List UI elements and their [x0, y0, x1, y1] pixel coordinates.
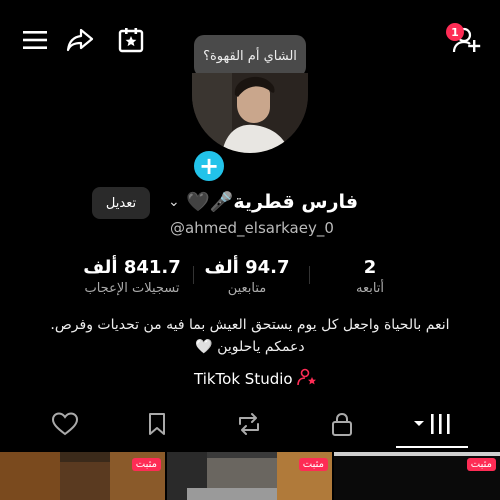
active-tab-indicator — [396, 446, 468, 448]
add-friend-icon[interactable]: 1 — [446, 23, 482, 55]
add-avatar-button[interactable]: + — [191, 148, 227, 184]
video-thumbnail[interactable]: مثبت — [0, 452, 165, 500]
likes-count: 841.7 ألف — [83, 257, 181, 278]
following-label: أتابعه — [355, 281, 385, 296]
chevron-down-icon[interactable]: ⌄ — [168, 194, 180, 210]
edit-profile-button[interactable]: تعديل — [92, 187, 150, 219]
followers-count[interactable]: 94.7 ألف — [197, 257, 297, 278]
profile-tabs — [0, 402, 500, 450]
studio-user-icon — [296, 368, 317, 390]
pinned-badge: مثبت — [466, 458, 496, 471]
heart-icon — [51, 412, 79, 440]
video-grid-icon — [412, 412, 452, 440]
lock-icon — [331, 412, 353, 440]
tiktok-studio-link[interactable]: TikTok Studio — [194, 368, 317, 390]
pinned-badge: مثبت — [131, 458, 161, 471]
videos-tab[interactable] — [402, 402, 462, 450]
bookmark-icon — [147, 412, 167, 440]
divider — [193, 266, 194, 284]
repost-icon — [236, 412, 262, 440]
saved-tab[interactable] — [127, 402, 187, 450]
private-tab[interactable] — [312, 402, 372, 450]
bio-line-2: دعمكم ياحلوين 🤍 — [195, 339, 305, 355]
profile-note-bubble[interactable]: الشاي أم القهوة؟ — [194, 35, 306, 77]
following-count[interactable]: 2 — [320, 257, 420, 278]
pinned-badge: مثبت — [298, 458, 328, 471]
reposts-tab[interactable] — [219, 402, 279, 450]
tiktok-studio-label: TikTok Studio — [194, 370, 293, 388]
menu-icon[interactable] — [20, 25, 50, 55]
profile-note-text: الشاي أم القهوة؟ — [203, 48, 297, 64]
followers-label: متابعين — [227, 281, 267, 296]
likes-tab[interactable] — [35, 402, 95, 450]
likes-label: تسجيلات الإعجاب — [84, 281, 180, 296]
divider — [309, 266, 310, 284]
video-thumbnail[interactable]: مثبت — [167, 452, 332, 500]
share-icon[interactable] — [65, 25, 95, 55]
avatar[interactable] — [192, 73, 308, 153]
edit-profile-label: تعديل — [105, 195, 137, 211]
profile-handle: @ahmed_elsarkaey_0 — [170, 219, 334, 237]
profile-name: فارس قطرية🎤🖤 — [186, 191, 359, 213]
bio-line-1: انعم بالحياة واجعل كل يوم يستحق العيش بم… — [50, 317, 450, 333]
calendar-star-icon[interactable] — [116, 25, 146, 55]
notification-badge: 1 — [446, 23, 464, 41]
video-thumbnail[interactable]: مثبت — [334, 452, 500, 500]
